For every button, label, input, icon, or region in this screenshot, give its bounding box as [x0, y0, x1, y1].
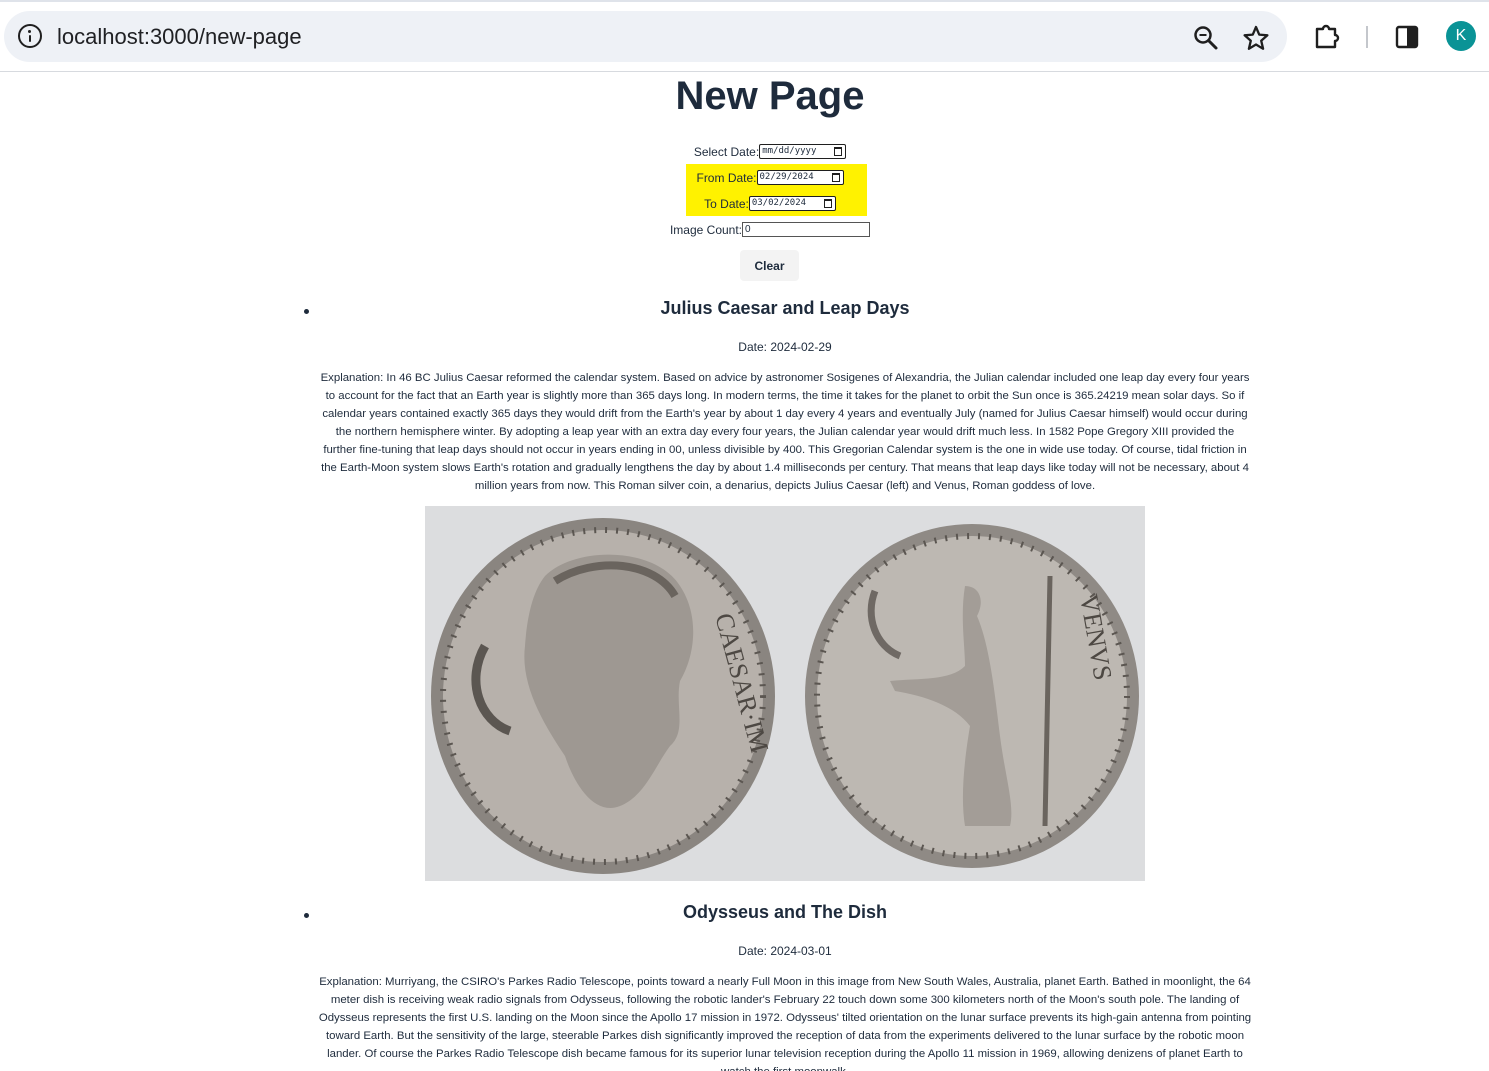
select-date-input[interactable]: mm/dd/yyyy — [759, 144, 847, 160]
list-bullet — [304, 309, 309, 314]
site-info-icon[interactable] — [18, 24, 42, 48]
to-date-input[interactable]: 03/02/2024 — [748, 196, 836, 212]
clear-button[interactable]: Clear — [740, 250, 799, 281]
from-date-row: From Date: 02/29/2024 — [0, 170, 1489, 192]
select-date-value: mm/dd/yyyy — [762, 146, 817, 157]
list-bullet — [304, 913, 309, 918]
item-explanation: Explanation: In 46 BC Julius Caesar refo… — [320, 372, 1250, 492]
profile-avatar[interactable]: K — [1446, 21, 1476, 51]
image-count-row: Image Count: 0 — [0, 222, 1489, 244]
to-date-label: To Date: — [704, 196, 749, 211]
bookmark-star-icon[interactable] — [1242, 24, 1270, 52]
image-count-label: Image Count: — [669, 222, 743, 237]
item-date: Date: 2024-03-01 — [738, 944, 832, 958]
item-date: Date: 2024-02-29 — [738, 340, 832, 354]
item-title: Julius Caesar and Leap Days — [660, 298, 910, 318]
side-panel-icon[interactable] — [1394, 24, 1420, 50]
extensions-puzzle-icon[interactable] — [1313, 22, 1341, 50]
url-text[interactable]: localhost:3000/new-page — [57, 24, 302, 50]
address-bar[interactable]: localhost:3000/new-page — [4, 11, 1287, 62]
apod-image: CAESAR·IM VENVS — [425, 506, 1145, 881]
from-date-label: From Date: — [696, 170, 757, 185]
zoom-icon[interactable] — [1193, 25, 1219, 51]
to-date-row: To Date: 03/02/2024 — [0, 196, 1489, 218]
item-title: Odysseus and The Dish — [682, 902, 888, 922]
from-date-input[interactable]: 02/29/2024 — [756, 170, 844, 186]
toolbar-divider — [1366, 26, 1368, 48]
from-date-value: 02/29/2024 — [759, 172, 814, 183]
select-date-row: Select Date: mm/dd/yyyy — [0, 144, 1489, 166]
calendar-icon[interactable] — [831, 173, 840, 183]
browser-toolbar: localhost:3000/new-page K — [0, 0, 1489, 72]
to-date-value: 03/02/2024 — [751, 198, 807, 209]
page-title: New Page — [675, 74, 865, 118]
page-content: New Page Select Date: mm/dd/yyyy From Dat… — [0, 72, 1489, 1071]
item-explanation: Explanation: Murriyang, the CSIRO's Park… — [318, 976, 1252, 1071]
calendar-icon[interactable] — [834, 147, 843, 157]
calendar-icon[interactable] — [823, 199, 832, 209]
image-count-input[interactable]: 0 — [742, 222, 871, 238]
toolbar-top-border — [0, 0, 1489, 2]
select-date-label: Select Date: — [693, 144, 760, 159]
